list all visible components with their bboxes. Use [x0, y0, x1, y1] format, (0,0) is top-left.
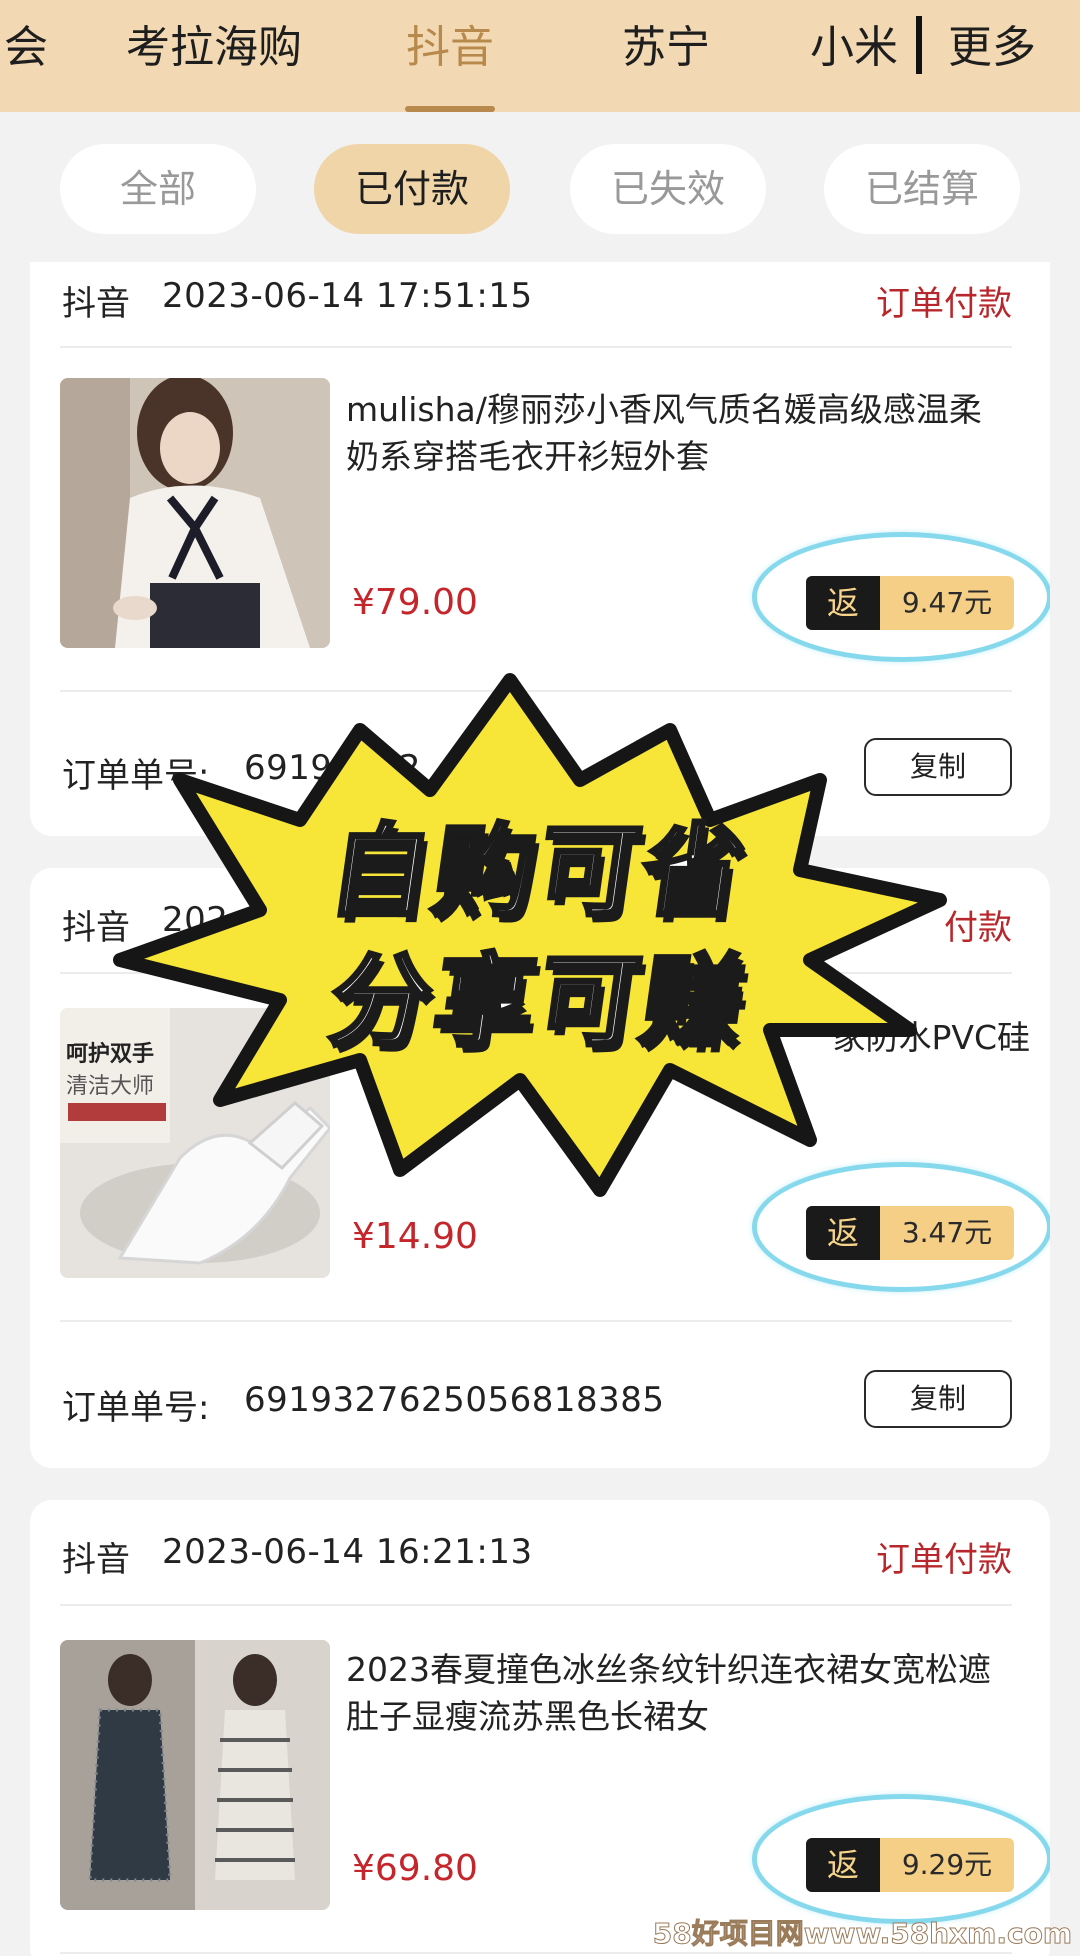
- tab-xiaomi[interactable]: 小米: [810, 18, 898, 78]
- cashback-badge: 返 9.29元: [806, 1838, 1014, 1892]
- order-card[interactable]: 抖音 2023-06-14 16:21:13 订单付款 2023春夏撞色冰丝条纹…: [30, 1500, 1050, 1956]
- platform-tab-bar: 会 考拉海购 抖音 苏宁 小米 更多: [0, 0, 1080, 112]
- order-platform: 抖音: [62, 1540, 130, 1580]
- order-time: 2023-06-14 16:21:13: [162, 1532, 533, 1572]
- active-tab-indicator: [405, 106, 495, 112]
- order-time: 2023-06-14 17:51:15: [162, 276, 533, 316]
- filter-paid[interactable]: 已付款: [314, 144, 510, 234]
- cashback-amount: 9.29元: [880, 1838, 1014, 1892]
- order-number: 6919327625056818385: [244, 1380, 665, 1420]
- divider: [60, 690, 1012, 692]
- order-card[interactable]: 抖音 2023-06-14 17:51:15 订单付款 mulisha/穆丽莎小…: [30, 262, 1050, 836]
- product-price: ¥79.00: [352, 582, 478, 623]
- cashback-tag: 返: [806, 1206, 880, 1260]
- watermark: 58好项目网www.58hxm.com: [652, 1917, 1072, 1951]
- order-number-label: 订单单号:: [62, 756, 210, 796]
- filter-invalid[interactable]: 已失效: [570, 144, 766, 234]
- image-caption: 清洁大师: [66, 1074, 155, 1099]
- product-price: ¥14.90: [352, 1216, 478, 1257]
- promo-line-1: 自购可省: [321, 811, 757, 932]
- divider: [60, 346, 1012, 348]
- order-number-label: 订单单号:: [62, 1388, 210, 1428]
- promo-line-2: 分享可赚: [321, 941, 757, 1062]
- order-platform: 抖音: [62, 284, 130, 324]
- copy-button[interactable]: 复制: [864, 738, 1012, 796]
- cashback-amount: 3.47元: [880, 1206, 1014, 1260]
- order-number: 69193362: [244, 748, 422, 788]
- tab-more[interactable]: 更多: [948, 18, 1036, 78]
- tab-divider: [916, 16, 922, 74]
- product-price: ¥69.80: [352, 1848, 478, 1889]
- order-status: 订单付款: [876, 1540, 1012, 1580]
- tab-douyin[interactable]: 抖音: [406, 18, 494, 78]
- product-title[interactable]: 2023春夏撞色冰丝条纹针织连衣裙女宽松遮肚子显瘦流苏黑色长裙女: [346, 1646, 1006, 1740]
- tab-kaola[interactable]: 考拉海购: [126, 18, 302, 78]
- divider: [60, 1604, 1012, 1606]
- order-status: 订单付款: [876, 284, 1012, 324]
- cashback-tag: 返: [806, 1838, 880, 1892]
- divider: [60, 1320, 1012, 1322]
- order-time: 202: [162, 900, 229, 940]
- cashback-badge: 返 9.47元: [806, 576, 1014, 630]
- order-platform: 抖音: [62, 908, 130, 948]
- cashback-tag: 返: [806, 576, 880, 630]
- product-image[interactable]: [60, 1640, 330, 1910]
- divider: [60, 1952, 1012, 1954]
- cashback-amount: 9.47元: [880, 576, 1014, 630]
- copy-button[interactable]: 复制: [864, 1370, 1012, 1428]
- tab-hui[interactable]: 会: [4, 18, 48, 78]
- product-image[interactable]: [60, 378, 330, 648]
- order-status: 付款: [944, 908, 1012, 948]
- product-title[interactable]: mulisha/穆丽莎小香风气质名媛高级感温柔奶系穿搭毛衣开衫短外套: [346, 386, 1006, 480]
- image-caption: 呵护双手: [66, 1042, 155, 1067]
- filter-all[interactable]: 全部: [60, 144, 256, 234]
- cashback-badge: 返 3.47元: [806, 1206, 1014, 1260]
- tab-suning[interactable]: 苏宁: [622, 18, 710, 78]
- filter-settled[interactable]: 已结算: [824, 144, 1020, 234]
